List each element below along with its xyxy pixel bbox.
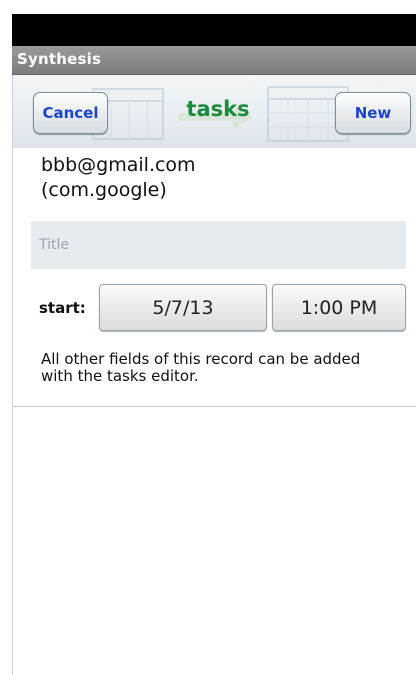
app-title: Synthesis [17, 50, 102, 68]
account-info: bbb@gmail.com (com.google) [41, 153, 196, 203]
app-title-bar: Synthesis [12, 46, 416, 75]
left-margin [0, 0, 12, 675]
start-time-button[interactable]: 1:00 PM [272, 284, 406, 331]
title-input[interactable] [31, 221, 406, 269]
status-bar [12, 14, 416, 46]
start-label: start: [39, 299, 86, 317]
account-type: (com.google) [41, 179, 167, 201]
account-email: bbb@gmail.com [41, 154, 196, 176]
header-bar: Cancel tasks New [13, 75, 417, 148]
cancel-button[interactable]: Cancel [33, 92, 108, 134]
page-title: tasks [186, 97, 250, 121]
new-button[interactable]: New [335, 92, 411, 134]
content-area: Cancel tasks New bbb@gmail.com (com.goog… [12, 75, 417, 675]
info-text: All other fields of this record can be a… [41, 350, 361, 385]
screen: Synthesis Cancel tasks New bbb@gmail.com… [0, 0, 419, 675]
start-date-button[interactable]: 5/7/13 [99, 284, 267, 331]
divider [13, 406, 417, 407]
